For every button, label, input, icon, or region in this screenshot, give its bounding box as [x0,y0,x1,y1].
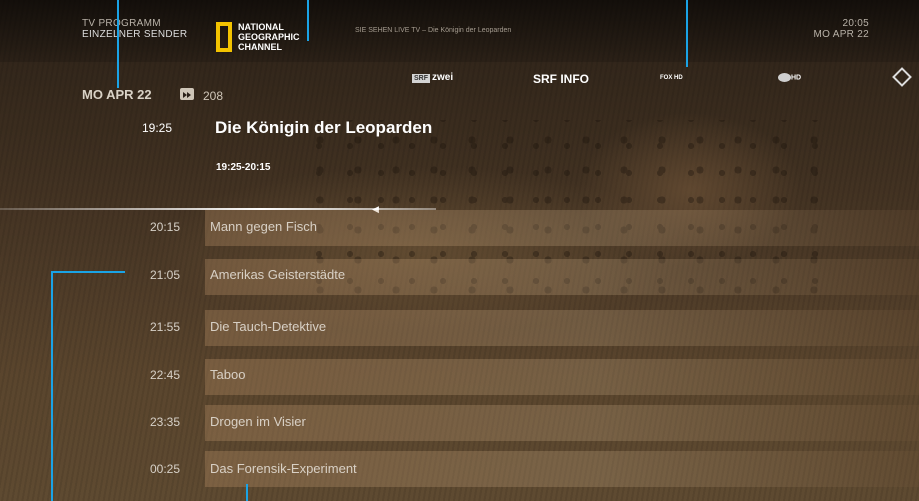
channel-diamond-logo-icon[interactable] [892,67,912,87]
logo-line-2: GEOGRAPHIC [238,32,300,42]
schedule-title: Taboo [210,367,246,382]
schedule-time: 00:25 [149,462,180,476]
clock-date: MO APR 22 [813,29,869,40]
logo-line-3: CHANNEL [238,42,282,52]
schedule-time: 20:15 [149,220,180,234]
schedule-title: Das Forensik-Experiment [210,461,357,476]
broadcaster-logo-icon [778,73,791,82]
annotation-line [51,271,125,273]
schedule-row[interactable] [205,405,919,441]
annotation-line [246,484,248,501]
channel-number: 208 [203,89,224,103]
current-time-range: 19:25-20:15 [216,162,271,173]
annotation-line [686,0,688,67]
annotation-line [117,0,119,88]
schedule-title: Die Tauch-Detektive [210,319,327,334]
schedule-time: 21:55 [149,320,180,334]
schedule-time: 21:05 [149,268,180,282]
channel-zwei[interactable]: SRF zwei [412,72,453,83]
schedule-title: Drogen im Visier [210,414,306,429]
guide-date: MO APR 22 [82,87,152,102]
schedule-time: 23:35 [149,415,180,429]
current-title[interactable]: Die Königin der Leoparden [215,118,432,138]
national-geographic-logo: NATIONAL GEOGRAPHIC CHANNEL [216,22,306,60]
schedule-title: Mann gegen Fisch [210,219,317,234]
now-playing-text: SIE SEHEN LIVE TV – Die Königin der Leop… [355,27,512,34]
srf-badge-icon: SRF [412,74,430,83]
annotation-line [51,271,53,501]
channel-srf-info[interactable]: SRF INFO [533,72,589,86]
clock: 20:05 MO APR 22 [814,18,870,40]
clock-time: 20:05 [842,18,869,29]
schedule-row[interactable] [205,359,919,395]
channel-zwei-label: zwei [432,72,454,83]
fast-forward-icon[interactable] [180,88,194,100]
guide-mode-label: TV PROGRAMM EINZELNER SENDER [82,18,187,40]
guide-mode-line1: TV PROGRAMM [82,18,161,29]
channel-hd[interactable]: HD [778,73,801,82]
schedule-time: 22:45 [149,368,180,382]
tv-guide-screen: TV PROGRAMM EINZELNER SENDER NATIONAL GE… [0,0,919,501]
channel-fox-hd[interactable]: FOX HD [660,75,683,81]
channel-hd-label: HD [791,74,802,82]
logo-line-1: NATIONAL [238,22,284,32]
guide-mode-line2: EINZELNER SENDER [82,29,188,40]
current-time: 19:25 [142,121,173,135]
annotation-line [307,0,309,41]
ng-yellow-frame-icon [216,22,232,52]
top-bar: TV PROGRAMM EINZELNER SENDER NATIONAL GE… [0,0,919,62]
schedule-title: Amerikas Geisterstädte [210,267,346,282]
